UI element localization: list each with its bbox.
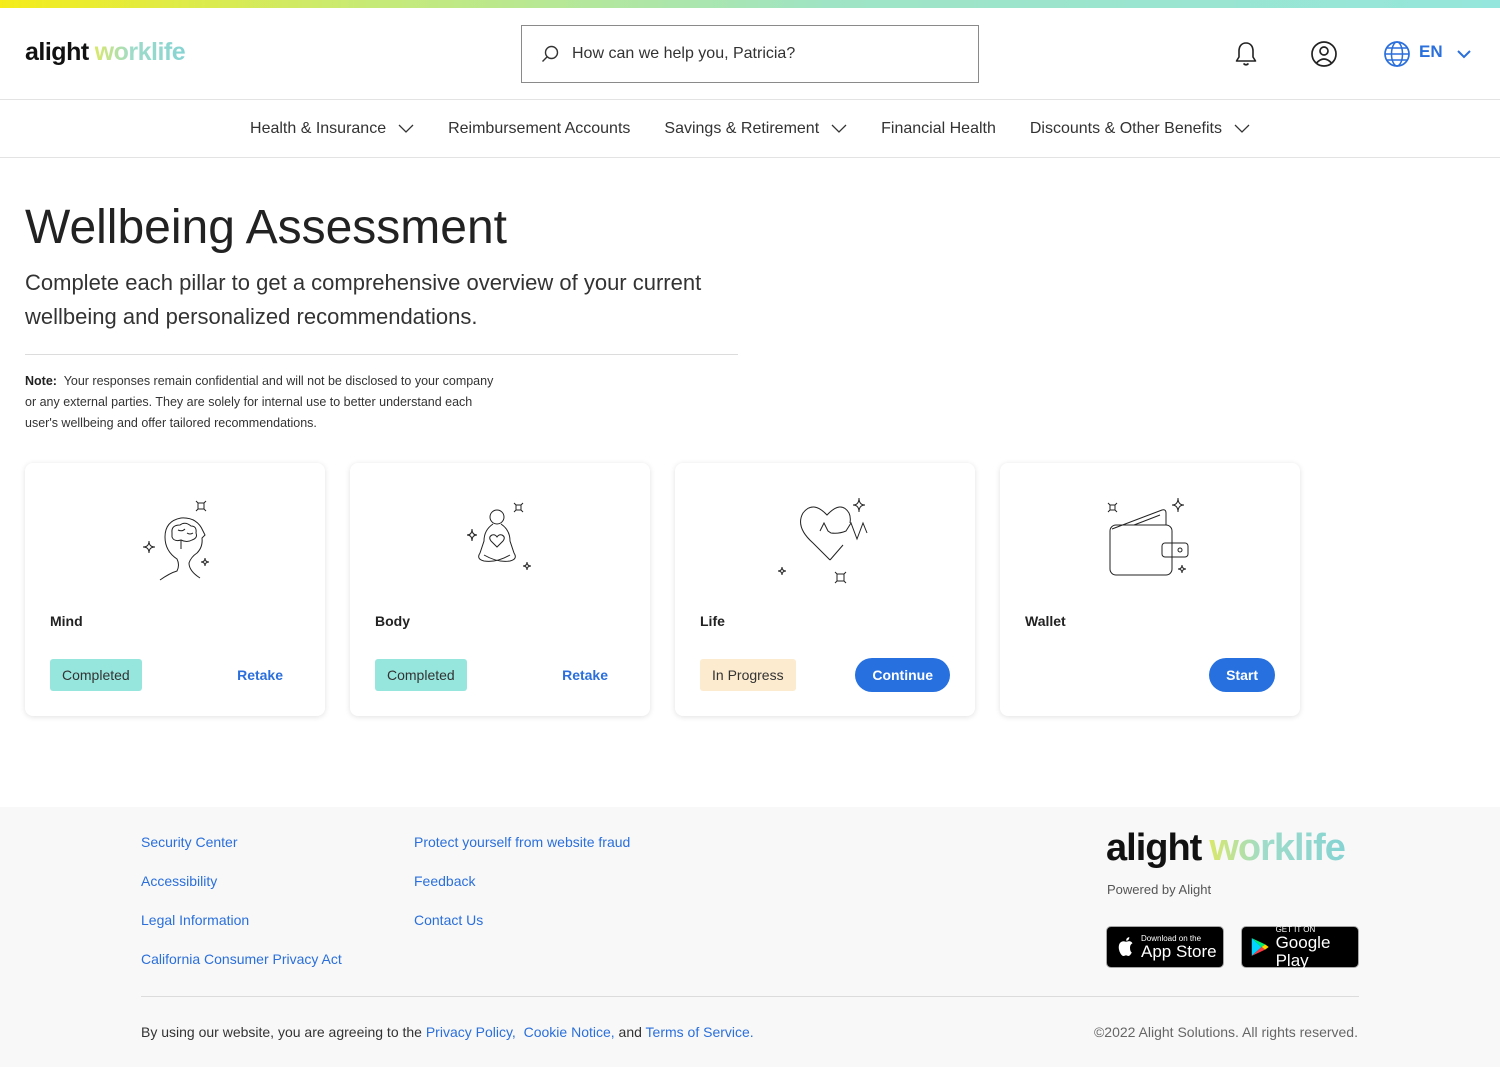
wallet-icon — [1107, 497, 1189, 576]
profile-button[interactable] — [1309, 39, 1339, 69]
chevron-down-icon — [1456, 49, 1471, 58]
pillar-card-body: Body Completed Retake — [350, 463, 650, 716]
nav-financial-health[interactable]: Financial Health — [881, 120, 996, 138]
divider — [25, 354, 738, 355]
main-nav: Health & Insurance Reimbursement Account… — [0, 100, 1500, 158]
search-box[interactable] — [521, 25, 979, 83]
search-icon — [542, 45, 559, 62]
nav-discounts-other-benefits[interactable]: Discounts & Other Benefits — [1030, 120, 1250, 138]
app-store-badge[interactable]: Download on the App Store — [1106, 926, 1224, 968]
terms-of-service-link[interactable]: Terms of Service. — [646, 1024, 754, 1040]
copyright: ©2022 Alight Solutions. All rights reser… — [1093, 1024, 1358, 1040]
language-selector[interactable]: EN — [1383, 39, 1471, 69]
globe-icon — [1384, 41, 1410, 67]
status-badge: In Progress — [700, 659, 796, 691]
confidentiality-note: Note: Your responses remain confidential… — [25, 371, 505, 434]
status-badge: Completed — [50, 659, 142, 691]
card-title: Mind — [50, 613, 83, 629]
footer-link-contact-us[interactable]: Contact Us — [414, 912, 630, 951]
footer-link-accessibility[interactable]: Accessibility — [141, 873, 342, 912]
page-subtitle: Complete each pillar to get a comprehens… — [25, 270, 702, 329]
cookie-notice-link[interactable]: Cookie Notice, — [524, 1024, 615, 1040]
footer-link-feedback[interactable]: Feedback — [414, 873, 630, 912]
footer-links-col-1: Security Center Accessibility Legal Info… — [141, 834, 342, 990]
footer-link-legal-information[interactable]: Legal Information — [141, 912, 342, 951]
notifications-button[interactable] — [1231, 39, 1261, 69]
search-input[interactable] — [572, 45, 952, 63]
nav-reimbursement-accounts[interactable]: Reimbursement Accounts — [448, 120, 630, 138]
google-play-badge[interactable]: GET IT ON Google Play — [1241, 925, 1359, 969]
site-footer: Security Center Accessibility Legal Info… — [0, 807, 1500, 1067]
bell-icon — [1235, 42, 1257, 66]
mind-head-icon — [142, 500, 210, 581]
footer-links-col-2: Protect yourself from website fraud Feed… — [414, 834, 630, 951]
footer-divider — [141, 996, 1359, 997]
apple-icon — [1118, 937, 1133, 956]
nav-health-insurance[interactable]: Health & Insurance — [250, 120, 414, 138]
footer-link-fraud-protection[interactable]: Protect yourself from website fraud — [414, 834, 630, 873]
brand-gradient-bar — [0, 0, 1500, 8]
footer-link-ccpa[interactable]: California Consumer Privacy Act — [141, 951, 342, 990]
card-title: Body — [375, 613, 410, 629]
card-title: Life — [700, 613, 725, 629]
pillar-card-life: Life In Progress Continue — [675, 463, 975, 716]
legal-notice: By using our website, you are agreeing t… — [141, 1024, 754, 1040]
page-title: Wellbeing Assessment — [25, 201, 508, 254]
note-text: Your responses remain confidential and w… — [25, 374, 494, 430]
google-play-icon — [1251, 938, 1269, 956]
status-badge: Completed — [375, 659, 467, 691]
nav-savings-retirement[interactable]: Savings & Retirement — [664, 120, 847, 138]
user-icon — [1311, 41, 1337, 67]
pillar-card-wallet: Wallet Start — [1000, 463, 1300, 716]
meditation-body-icon — [466, 502, 532, 571]
footer-logo: alight worklife — [1106, 827, 1346, 869]
continue-button[interactable]: Continue — [855, 658, 950, 692]
alight-worklife-logo[interactable]: alight worklife — [25, 38, 186, 67]
footer-link-security-center[interactable]: Security Center — [141, 834, 342, 873]
start-button[interactable]: Start — [1209, 658, 1275, 692]
powered-by: Powered by Alight — [1107, 882, 1212, 897]
card-title: Wallet — [1025, 613, 1066, 629]
pillar-card-mind: Mind Completed Retake — [25, 463, 325, 716]
note-label: Note: — [25, 374, 57, 388]
retake-button[interactable]: Retake — [237, 659, 283, 691]
chevron-down-icon — [398, 124, 414, 133]
chevron-down-icon — [1234, 124, 1250, 133]
privacy-policy-link[interactable]: Privacy Policy, — [426, 1024, 516, 1040]
retake-button[interactable]: Retake — [562, 659, 608, 691]
site-header: alightworklife EN — [0, 8, 1500, 100]
chevron-down-icon — [831, 124, 847, 133]
language-code: EN — [1419, 41, 1443, 61]
heartbeat-life-icon — [777, 497, 868, 584]
